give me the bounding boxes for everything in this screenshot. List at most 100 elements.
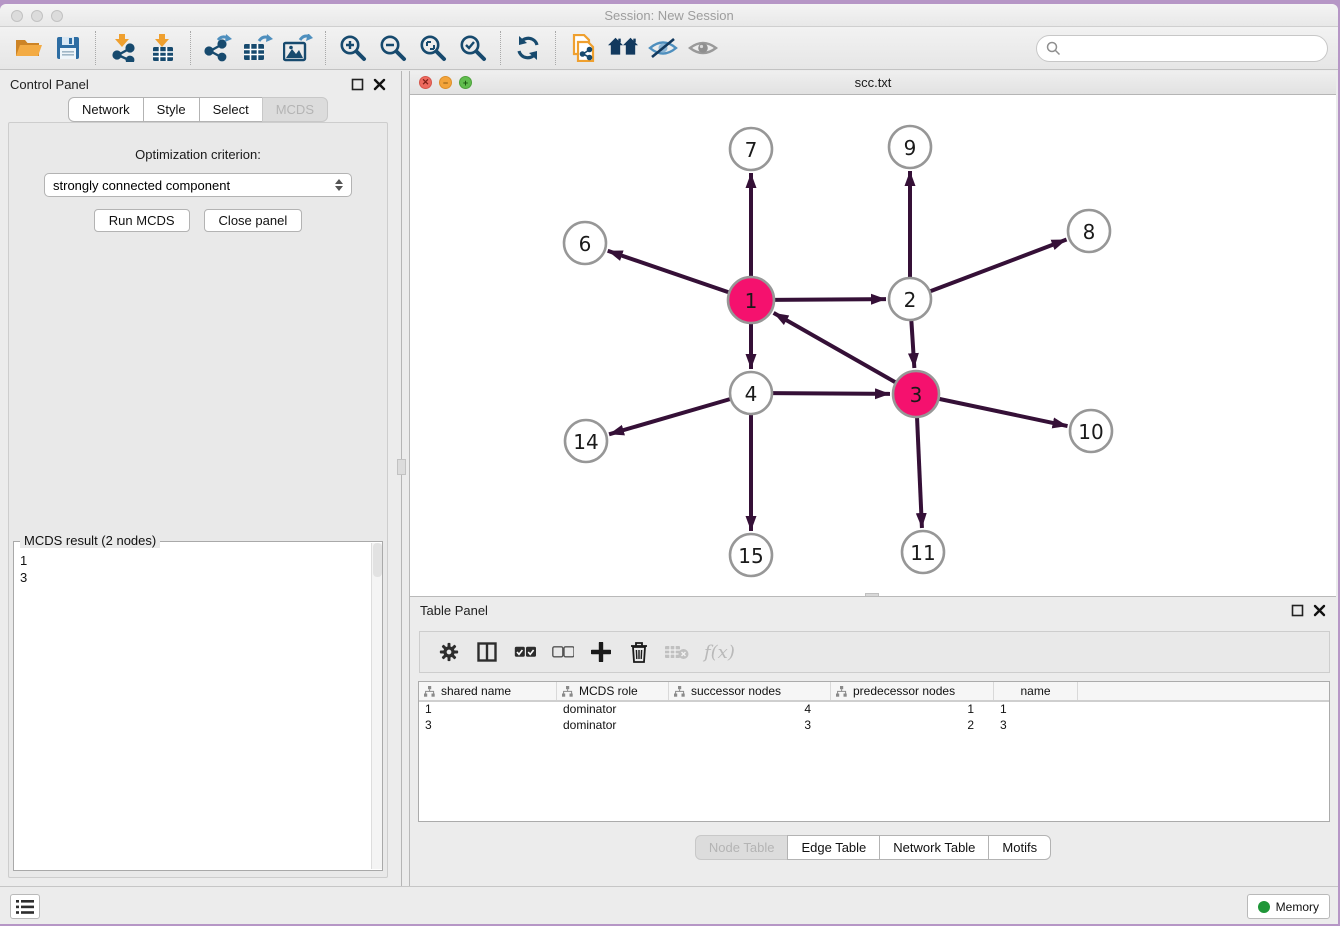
close-table-panel-button[interactable]	[1313, 604, 1326, 617]
float-table-panel-button[interactable]	[1291, 604, 1304, 617]
import-network-icon[interactable]	[108, 33, 138, 63]
import-table-icon[interactable]	[148, 33, 178, 63]
network-window-title: scc.txt	[410, 75, 1336, 90]
column-header-predecessor-nodes[interactable]: predecessor nodes	[831, 682, 994, 700]
graph-node-label: 4	[745, 382, 758, 406]
gear-icon[interactable]	[436, 639, 462, 665]
graph-node-4[interactable]: 4	[730, 372, 772, 414]
table-panel: Table Panel	[409, 596, 1336, 886]
tab-network[interactable]: Network	[68, 97, 144, 122]
table-cell[interactable]: dominator	[557, 702, 669, 718]
table-tab-network-table[interactable]: Network Table	[879, 835, 989, 860]
export-network-icon[interactable]	[203, 33, 233, 63]
trash-icon[interactable]	[626, 639, 652, 665]
mcds-result-title: MCDS result (2 nodes)	[20, 533, 160, 548]
refresh-icon[interactable]	[513, 33, 543, 63]
graph-node-8[interactable]: 8	[1068, 210, 1110, 252]
folder-open-icon[interactable]	[13, 33, 43, 63]
table-row[interactable]: 3dominator323	[419, 718, 1329, 734]
save-icon[interactable]	[53, 33, 83, 63]
close-panel-button[interactable]: Close panel	[204, 209, 303, 232]
table-header-row: shared nameMCDS rolesuccessor nodesprede…	[419, 682, 1329, 702]
graph-edge-1-6[interactable]	[608, 251, 730, 293]
table-cell[interactable]: 3	[419, 718, 557, 734]
graph-edge-2-8[interactable]	[930, 240, 1067, 292]
column-header-MCDS-role[interactable]: MCDS role	[557, 682, 669, 700]
graph-node-10[interactable]: 10	[1070, 410, 1112, 452]
optimization-criterion-label: Optimization criterion:	[9, 147, 387, 162]
table-cell[interactable]: 1	[419, 702, 557, 718]
graph-node-label: 7	[745, 138, 758, 162]
splitter-grip[interactable]	[397, 459, 406, 475]
graph-node-3[interactable]: 3	[893, 371, 939, 417]
criterion-dropdown[interactable]: strongly connected component	[44, 173, 352, 197]
export-image-icon[interactable]	[283, 33, 313, 63]
titlebar: Session: New Session	[0, 4, 1338, 27]
graph-node-9[interactable]: 9	[889, 126, 931, 168]
column-header-shared-name[interactable]: shared name	[419, 682, 557, 700]
column-header-filler	[1078, 682, 1329, 700]
graph-edge-4-3[interactable]	[772, 393, 890, 394]
task-list-button[interactable]	[10, 894, 40, 919]
column-header-name[interactable]: name	[994, 682, 1078, 700]
result-scrollbar[interactable]	[371, 543, 382, 869]
mcds-panel: Optimization criterion: strongly connect…	[8, 122, 388, 878]
table-tab-node-table[interactable]: Node Table	[695, 835, 789, 860]
graph-edge-2-3[interactable]	[911, 320, 914, 368]
checkbox-unchecked-icon[interactable]	[550, 639, 576, 665]
graph-node-2[interactable]: 2	[889, 278, 931, 320]
memory-status-icon	[1258, 901, 1270, 913]
network-view-window: ✕ − + scc.txt 7968124314101511	[409, 71, 1336, 596]
table-cell[interactable]: 3	[994, 718, 1078, 734]
graph-node-6[interactable]: 6	[564, 222, 606, 264]
graph-node-1[interactable]: 1	[728, 277, 774, 323]
column-header-successor-nodes[interactable]: successor nodes	[669, 682, 831, 700]
table-tab-motifs[interactable]: Motifs	[988, 835, 1051, 860]
zoom-selected-icon[interactable]	[458, 33, 488, 63]
mcds-result-list[interactable]: 1 3	[14, 542, 382, 586]
graph-node-7[interactable]: 7	[730, 128, 772, 170]
table-cell[interactable]: 3	[669, 718, 831, 734]
tab-mcds[interactable]: MCDS	[262, 97, 328, 122]
table-toolbar: f(x)	[419, 631, 1330, 673]
table-cell[interactable]: dominator	[557, 718, 669, 734]
copy-network-icon[interactable]	[568, 33, 598, 63]
graph-node-11[interactable]: 11	[902, 531, 944, 573]
export-table-icon[interactable]	[243, 33, 273, 63]
zoom-in-icon[interactable]	[338, 33, 368, 63]
panel-splitter[interactable]	[396, 71, 409, 886]
close-panel-button[interactable]	[373, 78, 386, 91]
tab-select[interactable]: Select	[199, 97, 263, 122]
tab-style[interactable]: Style	[143, 97, 200, 122]
graph-edge-1-2[interactable]	[774, 299, 886, 300]
graph-node-15[interactable]: 15	[730, 534, 772, 576]
zoom-out-icon[interactable]	[378, 33, 408, 63]
houses-icon[interactable]	[608, 33, 638, 63]
checkbox-checked-icon[interactable]	[512, 639, 538, 665]
graph-edge-4-14[interactable]	[609, 399, 731, 434]
columns-icon[interactable]	[474, 639, 500, 665]
search-field[interactable]	[1036, 35, 1328, 62]
graph-edge-3-10[interactable]	[939, 399, 1068, 426]
table-cell[interactable]: 4	[669, 702, 831, 718]
search-input[interactable]	[1061, 41, 1327, 56]
graph-edge-3-1[interactable]	[774, 313, 896, 383]
status-bar: Memory	[0, 886, 1338, 924]
table-row[interactable]: 1dominator411	[419, 702, 1329, 718]
network-canvas[interactable]: 7 9 6 8 1 2 4 3 14 10 15 11	[410, 95, 1336, 596]
table-cell[interactable]: 2	[831, 718, 994, 734]
memory-button[interactable]: Memory	[1247, 894, 1330, 919]
toolbar-separator	[95, 31, 96, 65]
graph-node-14[interactable]: 14	[565, 420, 607, 462]
eye-icon[interactable]	[688, 33, 718, 63]
graph-edge-3-11[interactable]	[917, 417, 922, 528]
graph-node-label: 1	[745, 289, 758, 313]
zoom-fit-icon[interactable]	[418, 33, 448, 63]
float-panel-button[interactable]	[351, 78, 364, 91]
table-cell[interactable]: 1	[831, 702, 994, 718]
run-mcds-button[interactable]: Run MCDS	[94, 209, 190, 232]
plus-icon[interactable]	[588, 639, 614, 665]
table-tab-edge-table[interactable]: Edge Table	[787, 835, 880, 860]
table-cell[interactable]: 1	[994, 702, 1078, 718]
eye-slash-icon[interactable]	[648, 33, 678, 63]
